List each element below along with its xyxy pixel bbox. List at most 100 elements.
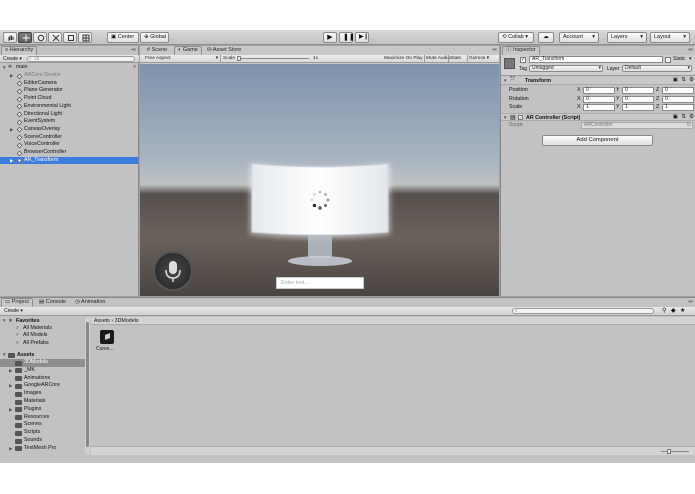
axis-label[interactable]: Z [656,86,659,94]
breadcrumb-assets[interactable]: Assets [94,318,110,324]
axis-label[interactable]: Z [656,103,659,111]
scroll-thumb[interactable] [86,322,89,447]
asset-item[interactable]: Curve... [96,328,120,354]
hand-tool-button[interactable] [3,32,17,43]
game-option-toggle[interactable]: Gizmos ▾ [469,55,489,62]
help-icon[interactable]: ▣ [673,114,678,120]
tab-scene[interactable]: # Scene [144,46,170,55]
expand-arrow-icon[interactable]: ▶ [9,367,12,375]
object-name-field[interactable]: AR_Transform [529,56,663,63]
filter-label-icon[interactable]: ◆ [671,307,676,314]
rect-tool-button[interactable] [63,32,77,43]
hierarchy-item[interactable]: SceneController [0,134,138,142]
game-option-toggle[interactable]: Mute Audio [426,55,450,62]
hierarchy-item[interactable]: EditorCamera [0,80,138,88]
expand-arrow-icon[interactable]: ▶ [10,157,13,165]
scene-row[interactable]: ▼ ⟡ main ≡ [0,64,138,72]
gear-icon[interactable]: ⚙ [689,114,694,120]
favorite-item[interactable]: ⌕ All Materials [0,325,90,333]
asset-folder-item[interactable]: Sounds [0,437,85,445]
pause-button[interactable]: ❚❚ [339,32,355,43]
filter-type-icon[interactable]: ⚲ [662,307,666,314]
favorite-item[interactable]: ⌕ All Models [0,332,90,340]
asset-folder-item[interactable]: Resources [0,414,85,422]
transform-x-field[interactable]: 0 [583,87,615,94]
move-tool-button[interactable] [18,32,32,43]
collab-button[interactable]: ⟲ Collab ▾ [498,32,534,43]
hierarchy-item[interactable]: Plane Generator [0,87,138,95]
asset-folder-item[interactable]: 3DModels [0,359,85,367]
transform-x-field[interactable]: 1 [583,104,615,112]
script-component-header[interactable]: ▼ ▤ ✓ AR Controller (Script) ▣ ⇅ ⚙ [501,113,695,121]
script-field[interactable]: ARController ⊙ [581,122,693,129]
breadcrumb-current[interactable]: 3DModels [115,318,139,324]
game-option-toggle[interactable]: Maximize On Play [384,55,423,62]
pivot-toggle[interactable]: ▣ Center [107,32,139,43]
microphone-button[interactable] [153,251,193,291]
object-picker-icon[interactable]: ⊙ [687,123,691,128]
hierarchy-item[interactable]: Directional Light [0,111,138,119]
axis-label[interactable]: Y [616,95,620,103]
cloud-button[interactable]: ☁ [538,32,554,43]
hierarchy-item[interactable]: Point Cloud [0,95,138,103]
tab-inspector[interactable]: ⓘ Inspector [502,46,540,55]
asset-folder-item[interactable]: Materials [0,398,85,406]
project-create-button[interactable]: Create ▾ [4,308,23,314]
axis-label[interactable]: Y [616,86,620,94]
tab-animation[interactable]: ◷ Animation [72,298,109,307]
transform-z-field[interactable]: 0 [662,95,694,103]
help-icon[interactable]: ▣ [673,77,678,83]
add-component-button[interactable]: Add Component [542,135,653,146]
scale-tool-button[interactable] [48,32,62,43]
axis-label[interactable]: Y [616,103,620,111]
play-button[interactable]: ▶ [323,32,337,43]
transform-x-field[interactable]: 0 [583,95,615,103]
expand-arrow-icon[interactable]: ▶ [9,382,12,390]
transform-y-field[interactable]: 0 [622,95,654,103]
project-search-input[interactable]: ⌕ [512,308,654,314]
favorite-star-icon[interactable]: ★ [680,307,685,314]
asset-folder-item[interactable]: Scripts [0,429,85,437]
account-dropdown[interactable]: Account ▾ [559,32,599,43]
asset-folder-item[interactable]: ▶ TextMesh Pro [0,445,85,453]
tab-game[interactable]: ◐ Game [174,46,202,55]
transform-tool-button[interactable] [78,32,92,43]
preset-icon[interactable]: ⇅ [681,114,686,120]
panel-menu-icon[interactable]: ▪≡ [688,299,693,305]
layers-dropdown[interactable]: Layers ▾ [607,32,647,43]
tag-dropdown[interactable]: Untagged ▾ [529,65,603,72]
preset-icon[interactable]: ⇅ [681,77,686,83]
hierarchy-create-button[interactable]: Create ▾ [3,56,22,62]
panel-menu-icon[interactable]: ▪≡ [688,47,693,53]
hierarchy-item[interactable]: EventSystem [0,118,138,126]
favorite-item[interactable]: ⌕ All Prefabs [0,340,90,348]
hierarchy-item[interactable]: ▶ ARCore Device [0,72,138,80]
axis-label[interactable]: X [577,95,581,103]
hierarchy-item[interactable]: Environmental Light [0,103,138,111]
axis-label[interactable]: X [577,103,581,111]
transform-component-header[interactable]: ▼ ⤧ Transform ▣ ⇅ ⚙ [501,77,695,85]
expand-arrow-icon[interactable]: ▶ [10,72,13,80]
hierarchy-item[interactable]: BrowserController [0,149,138,157]
transform-y-field[interactable]: 0 [622,87,654,94]
aspect-dropdown[interactable]: Free Aspect ▾ [145,55,218,62]
tab-hierarchy[interactable]: ≡ Hierarchy [1,46,38,55]
static-checkbox[interactable] [665,57,671,63]
asset-folder-item[interactable]: Images [0,390,85,398]
space-toggle[interactable]: ⊕ Global [140,32,169,43]
tab-console[interactable]: ▤ Console [36,298,69,307]
thumbnail-size-slider[interactable] [661,449,689,454]
step-button[interactable]: ▶❙ [355,32,369,43]
hierarchy-item[interactable]: VoiceController [0,141,138,149]
hierarchy-item[interactable]: ▶ AR_Transform [0,156,138,165]
static-dropdown-icon[interactable]: ▾ [689,56,692,62]
axis-label[interactable]: Z [656,95,659,103]
asset-folder-item[interactable]: ▶ Plugins [0,406,85,414]
game-option-toggle[interactable]: Stats [450,55,461,62]
rotate-tool-button[interactable] [33,32,47,43]
scene-menu-icon[interactable]: ≡ [133,64,136,72]
layout-dropdown[interactable]: Layout ▾ [650,32,690,43]
slider-thumb[interactable] [237,56,241,61]
panel-menu-icon[interactable]: ▪≡ [131,47,136,53]
component-enabled-checkbox[interactable]: ✓ [518,115,523,120]
